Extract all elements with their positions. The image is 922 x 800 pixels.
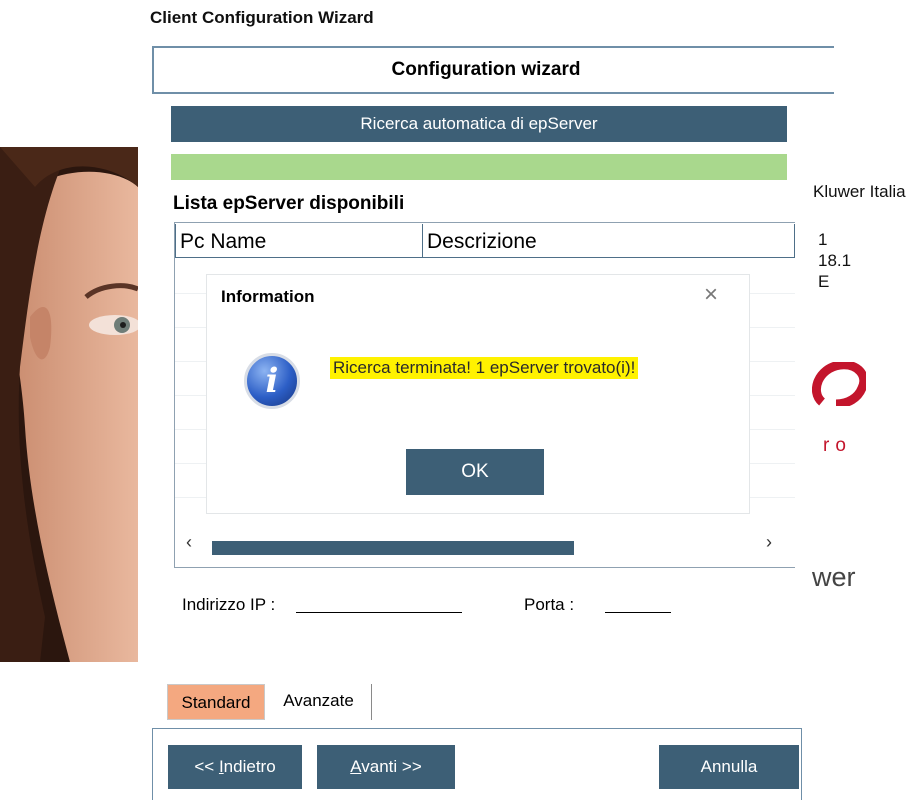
scroll-left-icon[interactable]: ‹: [186, 532, 192, 553]
version-fragment-1: 1: [818, 230, 828, 249]
next-button-label: vanti >>: [361, 757, 422, 776]
scrollbar-thumb[interactable]: [212, 541, 574, 555]
version-fragment-3: E: [818, 272, 830, 291]
window-title: Client Configuration Wizard: [150, 8, 374, 27]
tab-avanzate[interactable]: Avanzate: [266, 684, 372, 720]
brand-logo-icon: [812, 360, 869, 409]
tab-standard[interactable]: Standard: [167, 684, 265, 720]
dialog-title: Information: [221, 287, 315, 306]
next-button-accel: A: [350, 757, 362, 776]
dialog-message: Ricerca terminata! 1 epServer trovato(i)…: [330, 357, 639, 379]
information-dialog: Information × i Ricerca terminata! 1 epS…: [207, 275, 749, 513]
ip-address-field[interactable]: [296, 612, 462, 613]
back-button[interactable]: << Indietro: [168, 745, 302, 789]
brand-logo-text: ro: [823, 435, 852, 456]
column-header-description[interactable]: Descrizione: [423, 224, 795, 258]
port-field[interactable]: [605, 612, 671, 613]
back-button-prefix: <<: [194, 757, 219, 776]
search-button[interactable]: Ricerca automatica di epServer: [171, 106, 787, 142]
scroll-right-icon[interactable]: ›: [766, 532, 772, 553]
cancel-button[interactable]: Annulla: [659, 745, 799, 789]
ok-button[interactable]: OK: [406, 449, 544, 495]
search-progress-fill: [171, 154, 787, 180]
column-header-pc-name[interactable]: Pc Name: [175, 224, 423, 258]
server-list-label: Lista epServer disponibili: [173, 193, 405, 214]
wizard-title: Configuration wizard: [391, 59, 581, 80]
next-button[interactable]: Avanti >>: [317, 745, 455, 789]
port-label: Porta :: [524, 595, 575, 614]
woman-photo: [0, 147, 138, 662]
close-icon[interactable]: ×: [704, 281, 718, 309]
back-button-label: ndietro: [223, 757, 276, 776]
version-fragment-2: 18.1: [818, 251, 852, 270]
power-text-fragment: wer: [812, 562, 856, 592]
search-progress-bar: [171, 154, 787, 180]
info-icon: i: [244, 353, 300, 409]
ip-address-label: Indirizzo IP :: [182, 595, 276, 614]
company-name-fragment: Kluwer Italia: [813, 182, 906, 201]
